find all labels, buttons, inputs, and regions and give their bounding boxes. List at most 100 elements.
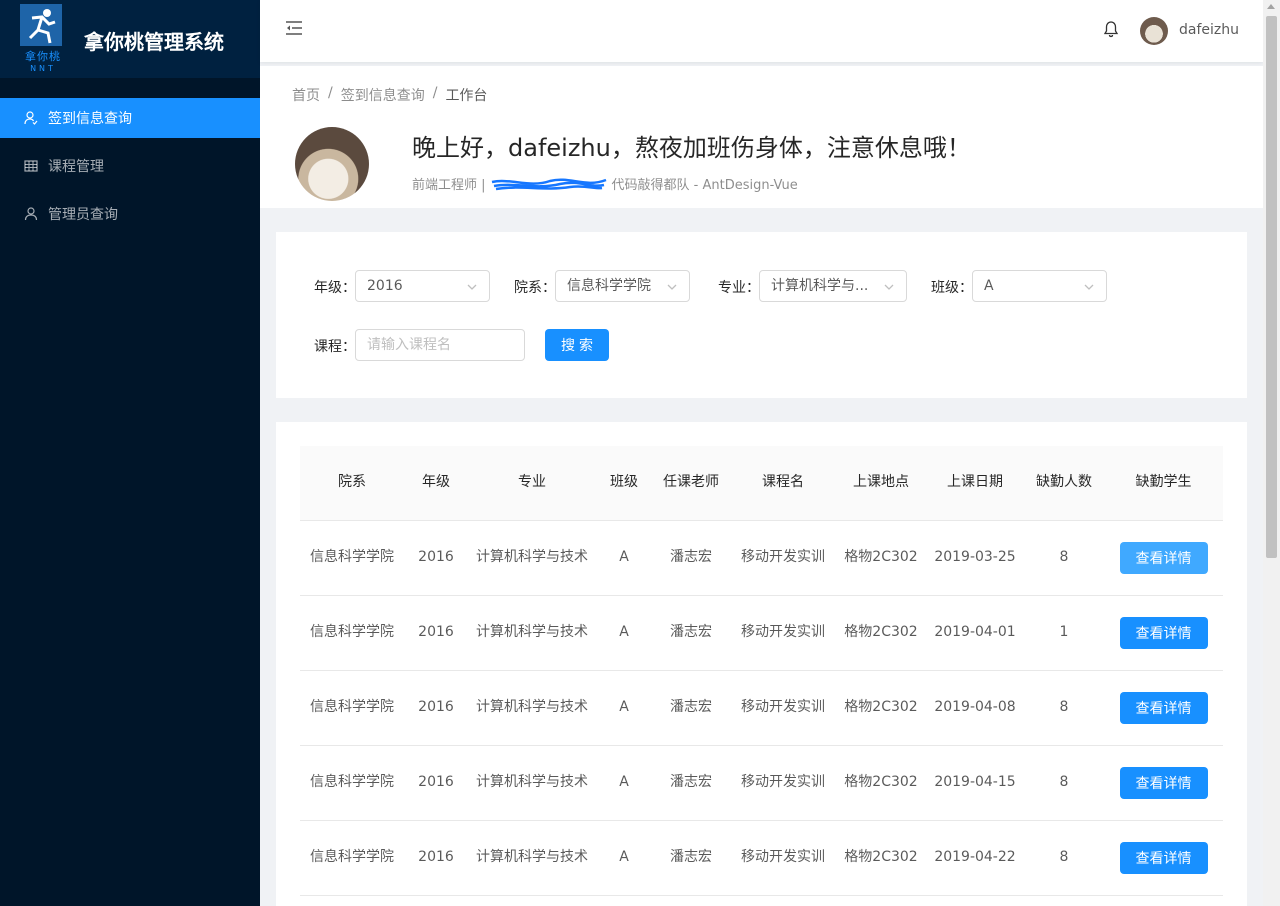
table-row: 信息科学学院 2016 计算机科学与技术 A 潘志宏 移动开发实训 格物2C30… bbox=[300, 670, 1223, 746]
cell-dept: 信息科学学院 bbox=[300, 520, 404, 596]
user-avatar[interactable] bbox=[1140, 17, 1168, 45]
column-header: 院系 bbox=[300, 446, 404, 521]
cell-teacher: 潘志宏 bbox=[652, 595, 730, 671]
cell-absent-count: 8 bbox=[1024, 745, 1104, 821]
cell-date: 2019-04-01 bbox=[926, 595, 1024, 671]
chevron-down-icon bbox=[884, 284, 894, 290]
user-icon bbox=[24, 207, 38, 221]
sidebar-item-attendance[interactable]: 签到信息查询 bbox=[0, 98, 260, 138]
dept-label: 院系： bbox=[514, 280, 556, 296]
cell-grade: 2016 bbox=[404, 670, 468, 746]
top-header: dafeizhu bbox=[260, 0, 1263, 62]
table-header-row: 院系 年级 专业 班级 任课老师 课程名 上课地点 上课日期 缺勤人数 缺勤学生 bbox=[300, 446, 1223, 521]
cell-location: 格物2C302 bbox=[836, 820, 926, 896]
table-row: 信息科学学院 2016 计算机科学与技术 A 潘志宏 移动开发实训 格物2C30… bbox=[300, 520, 1223, 596]
column-header: 缺勤学生 bbox=[1104, 446, 1223, 521]
cell-location: 格物2C302 bbox=[836, 745, 926, 821]
grade-select[interactable]: 2016 bbox=[355, 270, 490, 302]
view-details-button[interactable]: 查看详情 bbox=[1119, 766, 1208, 799]
cell-action: 查看详情 bbox=[1104, 520, 1223, 596]
cell-course: 移动开发实训 bbox=[730, 670, 836, 746]
scroll-up-arrow-icon[interactable] bbox=[1267, 4, 1275, 9]
cell-action: 查看详情 bbox=[1104, 670, 1223, 746]
cell-location: 格物2C302 bbox=[836, 595, 926, 671]
cell-location: 格物2C302 bbox=[836, 670, 926, 746]
user-check-icon bbox=[24, 111, 38, 125]
header-username[interactable]: dafeizhu bbox=[1179, 22, 1239, 38]
menu-fold-icon[interactable] bbox=[284, 18, 304, 38]
table-row: 信息科学学院 2016 计算机科学与技术 A 潘志宏 移动开发实训 格物2C30… bbox=[300, 820, 1223, 896]
table-row: 信息科学学院 2016 计算机科学与技术 A 潘志宏 移动开发实训 格物2C30… bbox=[300, 595, 1223, 671]
cell-grade: 2016 bbox=[404, 520, 468, 596]
cell-course: 移动开发实训 bbox=[730, 595, 836, 671]
dept-select[interactable]: 信息科学学院 bbox=[555, 270, 690, 302]
cell-date: 2019-04-22 bbox=[926, 820, 1024, 896]
breadcrumb: 首页 / 签到信息查询 / 工作台 bbox=[292, 85, 487, 105]
app-title: 拿你桃管理系统 bbox=[84, 30, 224, 54]
column-header: 课程名 bbox=[730, 446, 836, 521]
cell-absent-count: 8 bbox=[1024, 820, 1104, 896]
cell-teacher: 潘志宏 bbox=[652, 520, 730, 596]
cell-class: A bbox=[596, 670, 652, 746]
view-details-button[interactable]: 查看详情 bbox=[1119, 541, 1208, 574]
major-select[interactable]: 计算机科学与... bbox=[759, 270, 907, 302]
cell-dept: 信息科学学院 bbox=[300, 670, 404, 746]
course-label: 课程： bbox=[314, 339, 356, 355]
cell-major: 计算机科学与技术 bbox=[468, 820, 596, 896]
cell-major: 计算机科学与技术 bbox=[468, 745, 596, 821]
table-icon bbox=[24, 159, 38, 173]
column-header: 专业 bbox=[468, 446, 596, 521]
logo-en-text: NNT bbox=[30, 64, 56, 73]
cell-major: 计算机科学与技术 bbox=[468, 670, 596, 746]
major-select-value: 计算机科学与... bbox=[771, 278, 869, 294]
cell-action: 查看详情 bbox=[1104, 745, 1223, 821]
view-details-button[interactable]: 查看详情 bbox=[1119, 616, 1208, 649]
page-header: 首页 / 签到信息查询 / 工作台 晚上好，dafeizhu，熬夜加班伤身体，注… bbox=[260, 66, 1263, 208]
cell-dept: 信息科学学院 bbox=[300, 820, 404, 896]
cell-class: A bbox=[596, 745, 652, 821]
cell-action: 查看详情 bbox=[1104, 820, 1223, 896]
cell-course: 移动开发实训 bbox=[730, 745, 836, 821]
cell-action: 查看详情 bbox=[1104, 595, 1223, 671]
cell-dept: 信息科学学院 bbox=[300, 595, 404, 671]
class-select[interactable]: A bbox=[972, 270, 1107, 302]
bell-icon[interactable] bbox=[1102, 20, 1120, 38]
scrollbar-thumb[interactable] bbox=[1266, 16, 1277, 558]
cell-major: 计算机科学与技术 bbox=[468, 595, 596, 671]
search-button[interactable]: 搜索 bbox=[545, 329, 609, 361]
class-select-value: A bbox=[984, 278, 994, 294]
cell-absent-count: 1 bbox=[1024, 595, 1104, 671]
class-label: 班级： bbox=[931, 280, 973, 296]
cell-class: A bbox=[596, 595, 652, 671]
course-input[interactable] bbox=[355, 329, 525, 361]
cell-class: A bbox=[596, 820, 652, 896]
cell-course: 移动开发实训 bbox=[730, 520, 836, 596]
major-label: 专业： bbox=[718, 280, 760, 296]
cell-grade: 2016 bbox=[404, 820, 468, 896]
view-details-button[interactable]: 查看详情 bbox=[1119, 691, 1208, 724]
redaction-scribble bbox=[491, 178, 606, 190]
page-scrollbar[interactable] bbox=[1263, 0, 1280, 906]
cell-course: 移动开发实训 bbox=[730, 820, 836, 896]
sidebar-item-label: 签到信息查询 bbox=[48, 111, 132, 127]
breadcrumb-home[interactable]: 首页 bbox=[292, 85, 320, 105]
cell-grade: 2016 bbox=[404, 595, 468, 671]
greeting-subtitle: 前端工程师 | 代码敲得都队 - AntDesign-Vue bbox=[412, 174, 798, 193]
logo-area[interactable]: 拿你桃 NNT 拿你桃管理系统 bbox=[0, 0, 260, 78]
search-form-card: 年级： 2016 院系： 信息科学学院 专业： 计算机科学与... 班级： A … bbox=[276, 232, 1247, 398]
table-row: 信息科学学院 2016 计算机科学与技术 A 潘志宏 移动开发实训 格物2C30… bbox=[300, 745, 1223, 821]
sidebar-item-admins[interactable]: 管理员查询 bbox=[0, 194, 260, 234]
breadcrumb-separator: / bbox=[328, 85, 333, 101]
attendance-table: 院系 年级 专业 班级 任课老师 课程名 上课地点 上课日期 缺勤人数 缺勤学生… bbox=[300, 446, 1223, 896]
chevron-down-icon bbox=[467, 284, 477, 290]
subtitle-role: 前端工程师 | bbox=[412, 178, 486, 193]
cell-teacher: 潘志宏 bbox=[652, 670, 730, 746]
sidebar-item-courses[interactable]: 课程管理 bbox=[0, 146, 260, 186]
cell-location: 格物2C302 bbox=[836, 520, 926, 596]
view-details-button[interactable]: 查看详情 bbox=[1119, 841, 1208, 874]
breadcrumb-separator: / bbox=[432, 85, 438, 101]
sidebar-item-label: 管理员查询 bbox=[48, 207, 118, 223]
cell-date: 2019-04-08 bbox=[926, 670, 1024, 746]
breadcrumb-attendance[interactable]: 签到信息查询 bbox=[341, 85, 425, 105]
cell-date: 2019-04-15 bbox=[926, 745, 1024, 821]
